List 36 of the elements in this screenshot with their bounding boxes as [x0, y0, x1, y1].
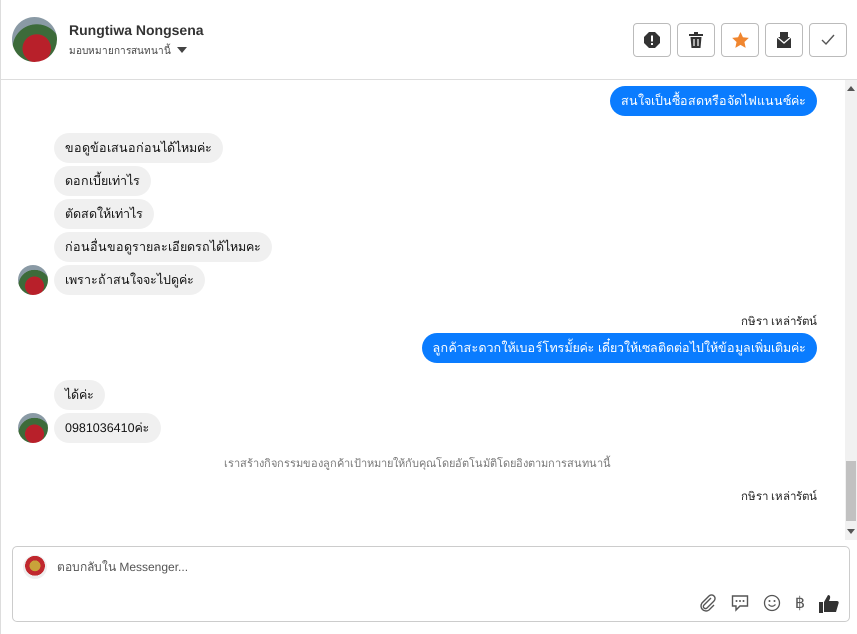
- received-message-bubble: ดอกเบี้ยเท่าไร: [54, 166, 151, 196]
- sender-name: กษิรา เหล่ารัตน์: [740, 314, 817, 330]
- received-message-bubble: 0981036410ค่ะ: [54, 413, 161, 443]
- thumbs-up-icon[interactable]: [819, 594, 839, 612]
- received-message-bubble: เพราะถ้าสนใจจะไปดูค่ะ: [54, 265, 205, 295]
- page-avatar: [23, 555, 47, 579]
- alert-icon: [644, 32, 660, 48]
- sent-message-bubble: สนใจเป็นซื้อสดหรือจัดไฟแนนซ์ค่ะ: [610, 86, 817, 116]
- alert-action-button[interactable]: [633, 22, 671, 56]
- check-action-button[interactable]: [809, 22, 847, 56]
- emoji-icon[interactable]: [762, 594, 781, 612]
- envelope-icon: [776, 32, 792, 48]
- received-message-bubble: ตัดสดให้เท่าไร: [54, 199, 154, 229]
- scrollbar[interactable]: [845, 80, 857, 540]
- scroll-up-icon[interactable]: [847, 86, 855, 91]
- received-message-bubble: ได้ค่ะ: [54, 380, 105, 410]
- received-message-bubble: ก่อนอื่นขอดูรายละเอียดรถได้ไหมคะ: [54, 232, 272, 262]
- trash-icon: [689, 32, 703, 48]
- contact-avatar: [12, 17, 57, 62]
- star-action-button[interactable]: [721, 22, 759, 56]
- mail-action-button[interactable]: [765, 22, 803, 56]
- star-icon: [732, 32, 748, 48]
- sender-name: กษิรา เหล่ารัตน์: [740, 488, 817, 505]
- system-notice: เราสร้างกิจกรรมของลูกค้าเป้าหมายให้กับคุณโดยอัตโนมัติโดยอิงตามการสนทนานี้: [224, 456, 611, 472]
- check-icon: [821, 34, 835, 46]
- caret-icon: [177, 47, 187, 53]
- assign-conversation-dropdown[interactable]: มอบหมายการสนทนานี้: [69, 42, 187, 58]
- trash-action-button[interactable]: [677, 22, 715, 56]
- comment-icon[interactable]: [730, 594, 749, 612]
- scroll-thumb[interactable]: [846, 461, 856, 521]
- paperclip-icon[interactable]: [698, 594, 717, 612]
- scroll-down-icon[interactable]: [847, 529, 855, 534]
- payment-button[interactable]: ฿: [794, 593, 805, 613]
- received-message-bubble: ขอดูข้อเสนอก่อนได้ไหมค่ะ: [54, 133, 223, 163]
- sent-message-bubble: ลูกค้าสะดวกให้เบอร์โทรมั้ยค่ะ เดี๋ยวให้เซลติดต่อไปให้ข้อมูลเพิ่มเติมค่ะ: [422, 333, 817, 363]
- contact-name: Rungtiwa Nongsena: [69, 22, 205, 38]
